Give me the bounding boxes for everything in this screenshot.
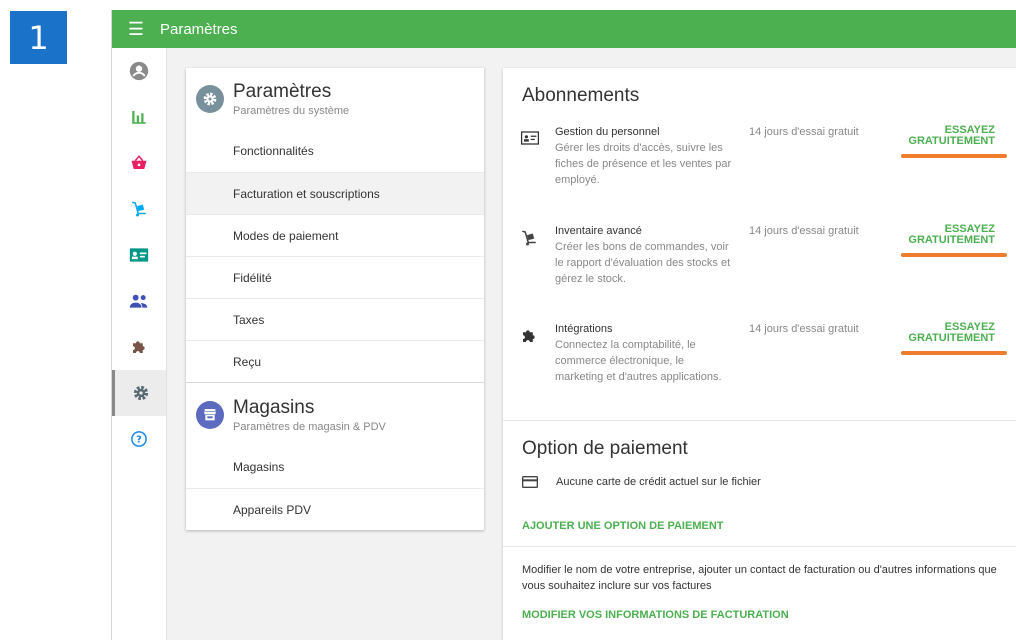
account-icon	[129, 61, 149, 81]
try-free-button-integrations[interactable]: ESSAYEZ GRATUITEMENT	[885, 322, 995, 344]
sidebar-item-account[interactable]	[112, 48, 166, 94]
settings-section-title: Paramètres	[233, 81, 332, 102]
menu-item-payment-types[interactable]: Modes de paiement	[186, 214, 484, 256]
main-content: Paramètres Paramètres du système Fonctio…	[167, 48, 1016, 640]
store-icon	[196, 400, 224, 429]
settings-section-subtitle: Paramètres du système	[233, 105, 350, 117]
puzzle-icon	[523, 330, 535, 342]
highlight-underline	[901, 253, 1007, 257]
app-window: ☰ Paramètres ? Paramètres Paramètres du …	[111, 10, 1016, 640]
people-icon	[129, 294, 148, 308]
try-button-line: GRATUITEMENT	[908, 234, 995, 246]
settings-menu-card: Paramètres Paramètres du système Fonctio…	[186, 68, 484, 530]
id-card-icon	[129, 248, 149, 262]
subscription-description: Gérer les droits d'accès, suivre les fic…	[555, 142, 732, 186]
menu-item-taxes[interactable]: Taxes	[186, 298, 484, 340]
subscription-trial: 14 jours d'essai gratuit	[749, 126, 859, 138]
sidebar-nav: ?	[112, 48, 167, 640]
menu-icon[interactable]: ☰	[112, 19, 160, 40]
stores-section-header: Magasins Paramètres de magasin & PDV	[186, 382, 484, 446]
subscription-row-inventory: Inventaire avancé Créer les bons de comm…	[503, 224, 1016, 295]
stores-section-subtitle: Paramètres de magasin & PDV	[233, 420, 386, 433]
gear-icon	[196, 85, 224, 113]
menu-item-features[interactable]: Fonctionnalités	[186, 130, 484, 172]
sidebar-item-settings[interactable]	[112, 370, 166, 416]
credit-card-icon	[522, 476, 538, 488]
try-button-line: GRATUITEMENT	[908, 135, 995, 147]
section-divider	[503, 546, 1016, 547]
payment-option-title: Option de paiement	[522, 438, 688, 459]
no-card-text: Aucune carte de crédit actuel sur le fic…	[556, 476, 761, 488]
dolly-icon	[522, 230, 536, 246]
section-divider	[503, 420, 1016, 421]
dolly-icon	[132, 201, 146, 217]
puzzle-icon	[133, 341, 145, 353]
sidebar-item-items[interactable]	[112, 140, 166, 186]
chart-icon	[132, 111, 146, 124]
subscription-trial: 14 jours d'essai gratuit	[749, 225, 859, 237]
menu-item-billing[interactable]: Facturation et souscriptions	[186, 172, 484, 214]
top-app-bar: ☰ Paramètres	[112, 10, 1016, 48]
gear-icon	[133, 385, 148, 401]
sidebar-item-inventory[interactable]	[112, 186, 166, 232]
sidebar-item-employees[interactable]	[112, 232, 166, 278]
svg-text:?: ?	[136, 434, 142, 445]
page-title: Paramètres	[160, 20, 238, 38]
edit-billing-info-link[interactable]: MODIFIER VOS INFORMATIONS DE FACTURATION	[522, 609, 789, 621]
subscription-title: Intégrations	[555, 323, 613, 335]
stores-section-title: Magasins	[233, 396, 315, 418]
try-free-button-employees[interactable]: ESSAYEZ GRATUITEMENT	[885, 125, 995, 147]
try-button-line: GRATUITEMENT	[908, 332, 995, 344]
step-number-badge: 1	[10, 11, 67, 64]
subscriptions-title: Abonnements	[522, 85, 640, 106]
subscription-trial: 14 jours d'essai gratuit	[749, 323, 859, 335]
highlight-underline	[901, 351, 1007, 355]
billing-info-text: Modifier le nom de votre entreprise, ajo…	[522, 564, 997, 592]
no-card-row: Aucune carte de crédit actuel sur le fic…	[522, 476, 761, 488]
sidebar-item-help[interactable]: ?	[112, 416, 166, 462]
sidebar-item-customers[interactable]	[112, 278, 166, 324]
menu-item-pos-devices[interactable]: Appareils PDV	[186, 488, 484, 530]
settings-section-header: Paramètres Paramètres du système	[186, 68, 484, 130]
highlight-underline	[901, 154, 1007, 158]
subscription-title: Inventaire avancé	[555, 225, 642, 237]
help-icon: ?	[131, 431, 147, 447]
menu-item-receipt[interactable]: Reçu	[186, 340, 484, 382]
try-free-button-inventory[interactable]: ESSAYEZ GRATUITEMENT	[885, 224, 995, 246]
sidebar-item-reports[interactable]	[112, 94, 166, 140]
subscription-title: Gestion du personnel	[555, 126, 660, 138]
billing-panel: Abonnements Gestion du personnel Gérer l…	[503, 68, 1016, 640]
menu-item-stores[interactable]: Magasins	[186, 446, 484, 488]
sidebar-item-integrations[interactable]	[112, 324, 166, 370]
basket-icon	[131, 155, 147, 169]
subscription-row-integrations: Intégrations Connectez la comptabilité, …	[503, 322, 1016, 393]
id-card-icon	[520, 131, 540, 145]
add-payment-option-link[interactable]: AJOUTER UNE OPTION DE PAIEMENT	[522, 520, 723, 532]
subscription-row-employees: Gestion du personnel Gérer les droits d'…	[503, 125, 1016, 196]
menu-item-loyalty[interactable]: Fidélité	[186, 256, 484, 298]
subscription-description: Connectez la comptabilité, le commerce é…	[555, 339, 722, 383]
subscription-description: Créer les bons de commandes, voir le rap…	[555, 241, 731, 285]
